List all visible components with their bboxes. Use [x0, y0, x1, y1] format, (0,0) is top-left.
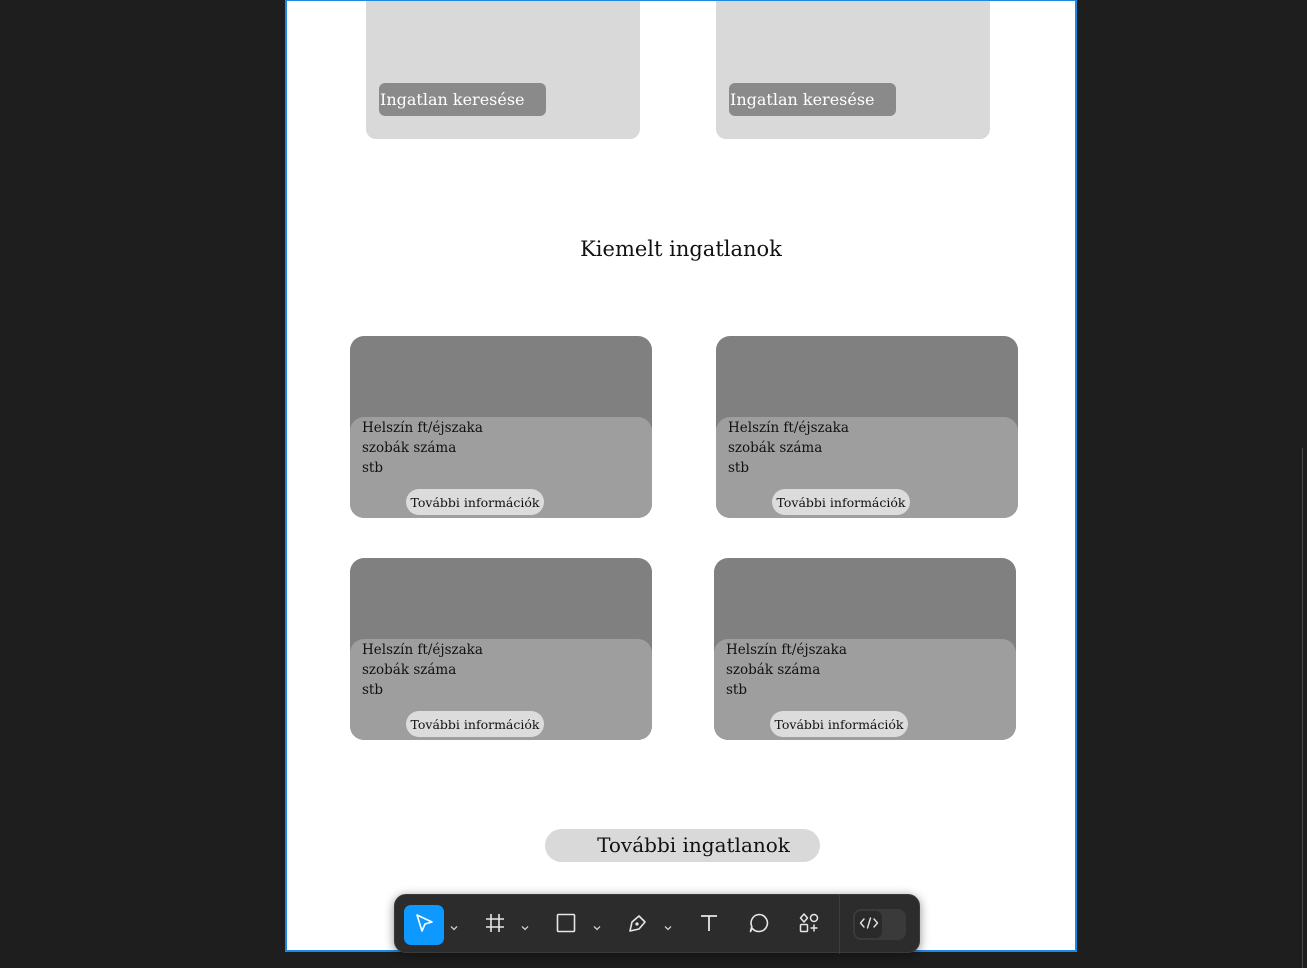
text-tool-button[interactable] [689, 905, 729, 945]
pen-tool-button[interactable] [618, 905, 658, 945]
frame-tool-menu[interactable] [518, 905, 532, 945]
shape-tool-button[interactable] [546, 905, 586, 945]
comment-tool-button[interactable] [739, 905, 779, 945]
property-info-panel: Helszín ft/éjszaka szobák száma stb Tová… [350, 417, 652, 518]
frame-icon [484, 912, 506, 938]
chevron-down-icon [450, 916, 458, 935]
property-etc: stb [726, 682, 747, 698]
chevron-down-icon [521, 916, 529, 935]
property-card[interactable]: Helszín ft/éjszaka szobák száma stb Tová… [350, 558, 652, 740]
text-icon [698, 912, 720, 938]
property-etc: stb [728, 460, 749, 476]
more-info-button[interactable]: További információk [406, 711, 544, 737]
chevron-down-icon [664, 916, 672, 935]
more-properties-button[interactable]: További ingatlanok [545, 829, 820, 862]
search-card: Ingatlan keresése [716, 1, 990, 139]
move-icon [413, 912, 435, 938]
shape-tool-menu[interactable] [590, 905, 604, 945]
property-rooms: szobák száma [726, 662, 821, 678]
property-location-price: Helszín ft/éjszaka [728, 420, 849, 436]
design-frame[interactable]: Ingatlan keresése Ingatlan keresése Kiem… [285, 0, 1077, 952]
code-icon [859, 915, 879, 934]
property-location-price: Helszín ft/éjszaka [362, 642, 483, 658]
search-card: Ingatlan keresése [366, 1, 640, 139]
dev-mode-knob [855, 911, 882, 938]
property-rooms: szobák száma [362, 662, 457, 678]
more-info-button[interactable]: További információk [770, 711, 908, 737]
property-location-price: Helszín ft/éjszaka [362, 420, 483, 436]
property-card[interactable]: Helszín ft/éjszaka szobák száma stb Tová… [714, 558, 1016, 740]
property-location-price: Helszín ft/éjszaka [726, 642, 847, 658]
property-card[interactable]: Helszín ft/éjszaka szobák száma stb Tová… [350, 336, 652, 518]
toolbar-divider [839, 895, 840, 954]
move-tool-menu[interactable] [447, 905, 461, 945]
comment-icon [748, 912, 770, 938]
move-tool-button[interactable] [404, 905, 444, 945]
search-property-button[interactable]: Ingatlan keresése [729, 83, 896, 116]
search-property-button[interactable]: Ingatlan keresése [379, 83, 546, 116]
chevron-down-icon [593, 916, 601, 935]
rectangle-icon [555, 912, 577, 938]
more-info-button[interactable]: További információk [406, 489, 544, 515]
design-toolbar [394, 894, 920, 954]
more-info-button[interactable]: További információk [772, 489, 910, 515]
property-rooms: szobák száma [728, 440, 823, 456]
property-rooms: szobák száma [362, 440, 457, 456]
pen-icon [627, 912, 649, 938]
property-info-panel: Helszín ft/éjszaka szobák száma stb Tová… [716, 417, 1018, 518]
property-etc: stb [362, 682, 383, 698]
dev-mode-toggle[interactable] [853, 909, 906, 940]
property-info-panel: Helszín ft/éjszaka szobák száma stb Tová… [350, 639, 652, 740]
components-tool-button[interactable] [789, 905, 829, 945]
property-etc: stb [362, 460, 383, 476]
frame-tool-button[interactable] [475, 905, 515, 945]
section-title: Kiemelt ingatlanok [580, 237, 782, 261]
pen-tool-menu[interactable] [661, 905, 675, 945]
property-info-panel: Helszín ft/éjszaka szobák száma stb Tová… [714, 639, 1016, 740]
components-icon [798, 912, 820, 938]
canvas-edge-line [1302, 448, 1303, 968]
property-card[interactable]: Helszín ft/éjszaka szobák száma stb Tová… [716, 336, 1018, 518]
